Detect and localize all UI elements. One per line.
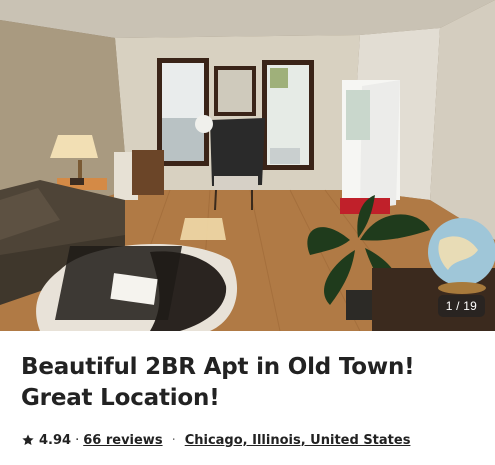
listing-title: Beautiful 2BR Apt in Old Town! Great Loc… [21,354,415,411]
listing-photo[interactable]: 1 / 19 [0,0,495,331]
rating-separator: · [75,432,80,448]
location-link[interactable]: Chicago, Illinois, United States [185,433,411,448]
reviews-link[interactable]: 66 reviews [83,433,162,448]
meta-dot: · [171,432,176,448]
living-room-photo [0,0,495,331]
listing-meta: 4.94 · 66 reviews · Chicago, Illinois, U… [21,430,410,450]
rating-value: 4.94 [39,432,72,448]
photo-counter: 1 / 19 [437,295,485,317]
star-icon [22,434,34,446]
